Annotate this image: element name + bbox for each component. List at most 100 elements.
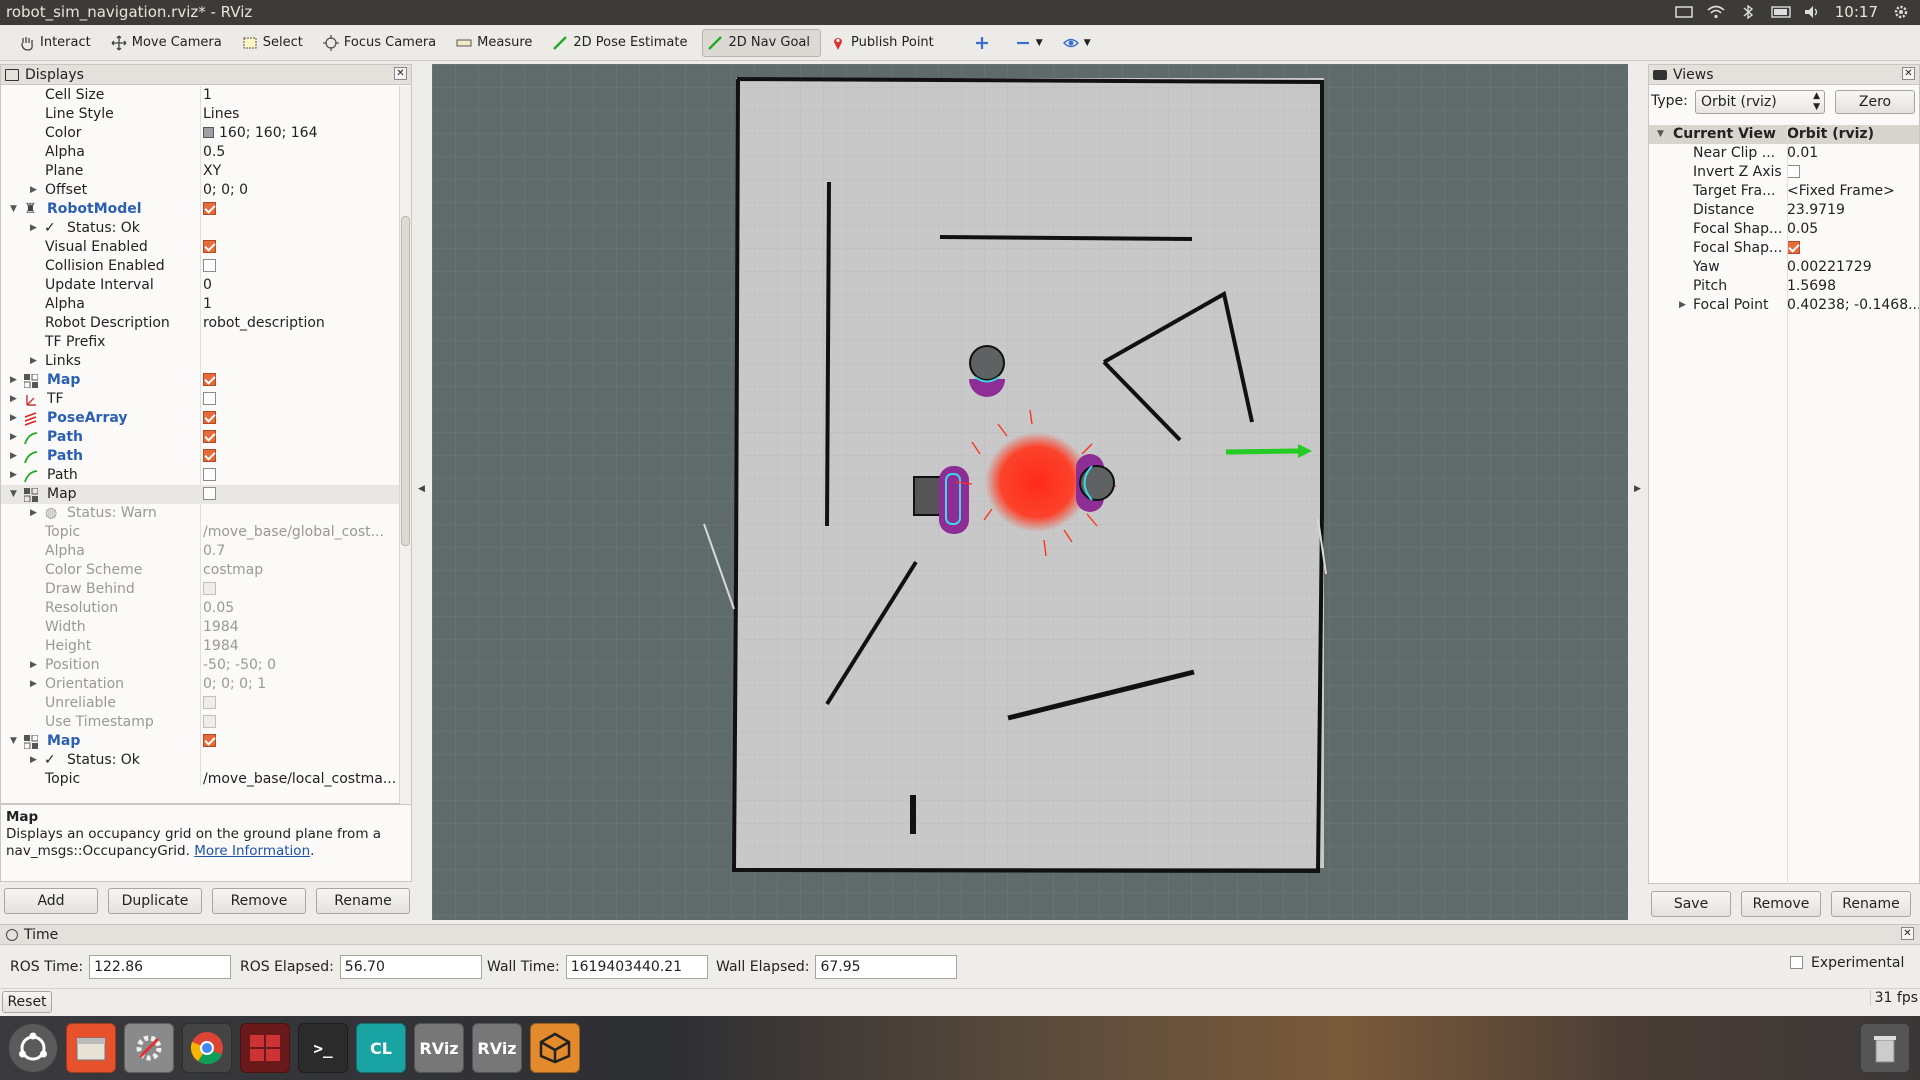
wifi-icon[interactable] [1707,4,1725,20]
collapse-arrow-icon[interactable]: ▼ [10,485,17,504]
property-checkbox[interactable] [203,713,397,732]
tool-move-camera[interactable]: Move Camera [106,29,233,57]
zero-button[interactable]: Zero [1835,90,1915,114]
terminal-icon[interactable]: >_ [298,1023,348,1073]
property-value[interactable]: 0.40238; -0.1468... [1787,296,1919,315]
property-value[interactable]: costmap [203,561,397,580]
property-checkbox[interactable] [203,580,397,599]
tree-row[interactable]: Update Interval 0 [1,276,399,295]
property-value[interactable]: /move_base/local_costma... [203,770,397,789]
display-enabled-checkbox[interactable] [203,390,397,409]
tree-row[interactable]: TF Prefix [1,333,399,352]
property-value[interactable]: 1 [203,86,397,105]
rviz-icon[interactable]: RViz [414,1023,464,1073]
display-enabled-checkbox[interactable] [203,200,397,219]
checkbox[interactable] [203,581,216,595]
checkbox[interactable] [203,429,216,443]
expand-arrow-icon[interactable]: ▶ [30,675,37,694]
battery-icon[interactable] [1771,4,1791,20]
property-value[interactable]: 1984 [203,618,397,637]
property-value[interactable]: -50; -50; 0 [203,656,397,675]
tree-row[interactable]: Cell Size 1 [1,86,399,105]
scrollbar-thumb[interactable] [401,216,410,546]
remove-view-button[interactable]: Remove [1741,891,1821,917]
expand-arrow-icon[interactable]: ▶ [30,751,37,770]
ros-time-input[interactable]: 122.86 [89,955,232,979]
workspace-switcher-icon[interactable] [240,1023,290,1073]
save-view-button[interactable]: Save [1651,891,1731,917]
property-value[interactable]: 0.01 [1787,144,1919,163]
tree-row[interactable]: ▶ Offset 0; 0; 0 [1,181,399,200]
view-type-select[interactable]: Orbit (rviz) ▲ ▼ [1695,90,1825,114]
display-enabled-checkbox[interactable] [203,409,397,428]
tree-row[interactable]: Alpha 0.5 [1,143,399,162]
tree-row[interactable]: ▶ ✓ Status: Ok [1,219,399,238]
property-value[interactable]: 1 [203,295,397,314]
tool-2d-nav-goal[interactable]: 2D Nav Goal [702,28,822,57]
tree-row[interactable]: Color Scheme costmap [1,561,399,580]
property-value[interactable]: <Fixed Frame> [1787,182,1919,201]
files-app-icon[interactable] [66,1023,116,1073]
experimental-toggle[interactable]: Experimental [1790,955,1904,971]
display-path[interactable]: ▶ Path [1,428,399,447]
tree-row[interactable]: Collision Enabled [1,257,399,276]
property-value[interactable]: 1984 [203,637,397,656]
expand-arrow-icon[interactable]: ▶ [30,219,37,238]
tree-row[interactable]: ▶ Position -50; -50; 0 [1,656,399,675]
collapse-arrow-icon[interactable]: ▼ [10,732,17,751]
tree-row[interactable]: ▶ Orientation 0; 0; 0; 1 [1,675,399,694]
property-value[interactable]: 0.5 [203,143,397,162]
expand-arrow-icon[interactable]: ▶ [10,371,17,390]
property-value[interactable]: 23.9719 [1787,201,1919,220]
add-button[interactable]: Add [4,888,98,914]
checkbox[interactable] [203,467,216,481]
expand-arrow-icon[interactable]: ▶ [10,447,17,466]
display-posearray[interactable]: ▶ PoseArray [1,409,399,428]
tree-row[interactable]: Resolution 0.05 [1,599,399,618]
clion-icon[interactable]: CL [356,1023,406,1073]
property-value[interactable]: 0.00221729 [1787,258,1919,277]
tree-row[interactable]: ▶ ✓ Status: Ok [1,751,399,770]
display-map[interactable]: ▶ Map [1,371,399,390]
property-value[interactable]: 0.05 [203,599,397,618]
checkbox[interactable] [203,714,216,728]
rviz-icon[interactable]: RViz [472,1023,522,1073]
checkbox[interactable] [203,239,216,253]
tree-row[interactable]: Focal Shap... 0.05 [1649,220,1919,239]
checkbox[interactable] [203,695,216,709]
tree-row[interactable]: Focal Shap... [1649,239,1919,258]
property-value[interactable]: 0 [203,276,397,295]
tree-row[interactable]: Robot Description robot_description [1,314,399,333]
current-view-row[interactable]: ▼ Current View Orbit (rviz) [1649,125,1919,144]
property-checkbox[interactable] [203,238,397,257]
property-value[interactable]: 0.05 [1787,220,1919,239]
gazebo-icon[interactable] [530,1023,580,1073]
tree-row[interactable]: Alpha 1 [1,295,399,314]
expand-arrow-icon[interactable]: ▶ [30,181,37,200]
color-value[interactable]: 160; 160; 164 [203,124,397,143]
chrome-browser-icon[interactable] [182,1023,232,1073]
collapse-arrow-icon[interactable]: ▼ [1657,125,1664,144]
tree-row[interactable]: Plane XY [1,162,399,181]
right-panel-collapse-handle[interactable]: ▶ [1630,64,1646,920]
checkbox[interactable] [203,410,216,424]
close-icon[interactable]: ✕ [394,67,407,80]
tool-focus-camera[interactable]: Focus Camera [318,29,447,57]
volume-icon[interactable] [1803,4,1821,20]
display-path[interactable]: ▶ Path [1,466,399,485]
duplicate-button[interactable]: Duplicate [108,888,202,914]
add-tool-button[interactable] [969,29,1006,57]
tree-row[interactable]: ▶ Links [1,352,399,371]
property-checkbox[interactable] [203,257,397,276]
checkbox[interactable] [1787,240,1800,254]
property-value[interactable]: 0; 0; 0 [203,181,397,200]
checkbox[interactable] [203,733,216,747]
property-checkbox[interactable] [203,694,397,713]
tree-row[interactable]: Color 160; 160; 164 [1,124,399,143]
display-enabled-checkbox[interactable] [203,371,397,390]
expand-arrow-icon[interactable]: ▶ [1679,296,1686,315]
collapse-arrow-icon[interactable]: ▼ [10,200,17,219]
expand-arrow-icon[interactable]: ▶ [30,656,37,675]
bluetooth-icon[interactable] [1739,4,1757,20]
close-icon[interactable]: ✕ [1902,67,1915,80]
